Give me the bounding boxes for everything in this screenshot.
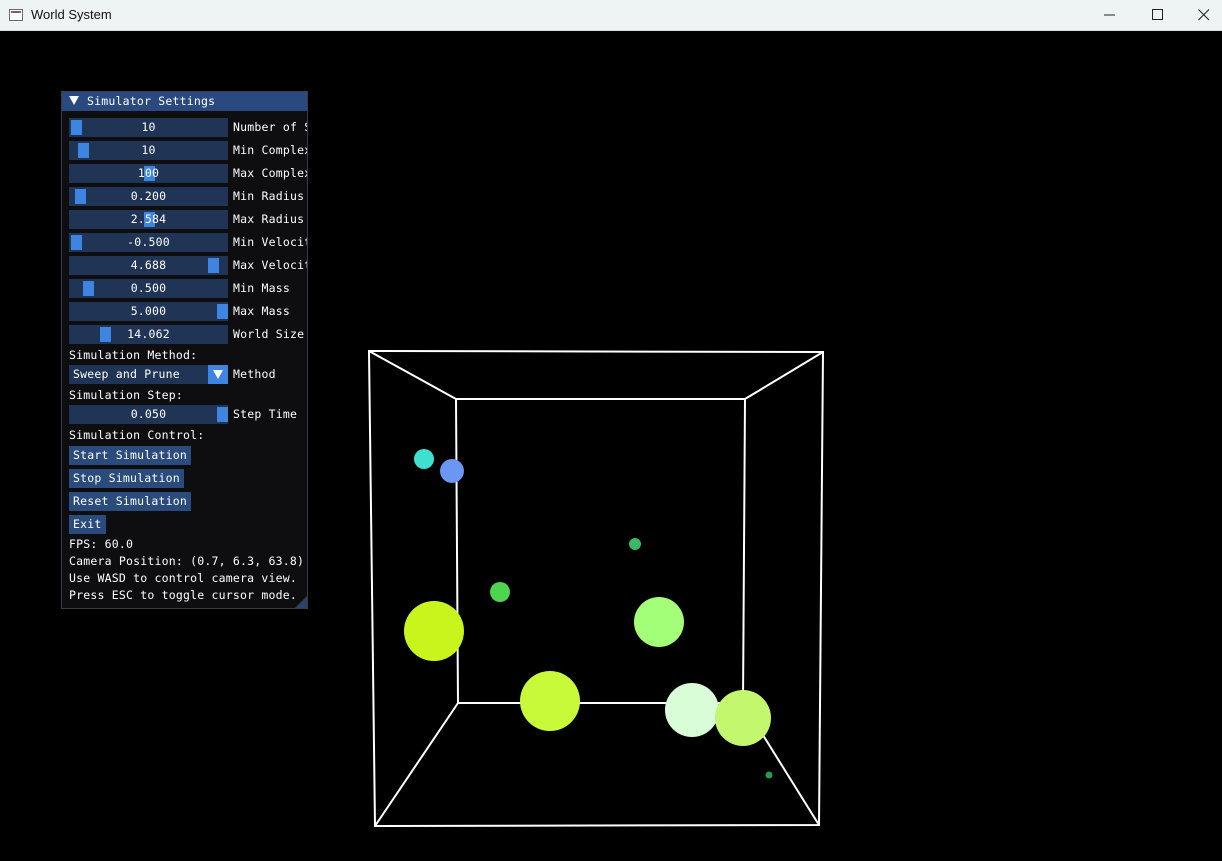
slider-row: 4.688 Max Velocit [69, 256, 308, 275]
app-window-icon [9, 9, 23, 21]
slider-row: 0.200 Min Radius [69, 187, 307, 206]
setting-slider[interactable]: 10 [69, 141, 228, 160]
panel-titlebar[interactable]: Simulator Settings [62, 92, 307, 111]
setting-slider[interactable]: 4.688 [69, 256, 228, 275]
setting-slider[interactable]: 14.062 [69, 325, 228, 344]
minimize-icon [1104, 14, 1115, 16]
slider-row: 100 Max Complex [69, 164, 308, 183]
sphere [665, 683, 719, 737]
sphere [634, 597, 684, 647]
reset-simulation-button[interactable]: Reset Simulation [69, 492, 191, 511]
slider-label: Max Mass [233, 304, 290, 318]
panel-title: Simulator Settings [87, 94, 216, 108]
close-icon [1198, 9, 1210, 21]
slider-row: -0.500 Min Velocit [69, 233, 308, 252]
step-time-slider[interactable]: 0.050 [69, 405, 228, 424]
slider-label: Min Mass [233, 281, 290, 295]
setting-slider[interactable]: 5.000 [69, 302, 228, 321]
slider-label: Min Velocit [233, 235, 308, 249]
exit-button[interactable]: Exit [69, 515, 106, 534]
spheres [404, 449, 773, 779]
collapse-arrow-icon[interactable] [69, 96, 79, 105]
stop-simulation-button[interactable]: Stop Simulation [69, 469, 184, 488]
window-title: World System [31, 7, 112, 22]
slider-value: 0.200 [130, 189, 167, 203]
slider-value: 0.500 [130, 281, 167, 295]
setting-slider[interactable]: 10 [69, 118, 228, 137]
camera-position-readout: Camera Position: (0.7, 6.3, 63.8) [69, 554, 305, 568]
slider-label: Min Radius [233, 189, 305, 203]
box-edge [374, 702, 459, 827]
simulator-settings-panel[interactable]: Simulator Settings 10 Number of S 10 Min Co… [61, 91, 308, 609]
setting-slider[interactable]: 100 [69, 164, 228, 183]
slider-row: 2.584 Max Radius [69, 210, 307, 229]
simulation-step-heading: Simulation Step: [69, 388, 183, 402]
slider-row: 10 Number of S [69, 118, 308, 137]
slider-row: 5.000 Max Mass [69, 302, 307, 321]
simulation-method-heading: Simulation Method: [69, 348, 198, 362]
fps-readout: FPS: 60.0 [69, 537, 134, 551]
slider-value: 100 [137, 166, 160, 180]
box-inner-face [454, 398, 747, 704]
box-edge [368, 350, 457, 400]
setting-slider[interactable]: 0.500 [69, 279, 228, 298]
window-titlebar: World System [0, 0, 1222, 31]
slider-value: 4.688 [130, 258, 167, 272]
slider-label: Max Radius [233, 212, 305, 226]
slider-value: 2.584 [130, 212, 167, 226]
sphere [414, 449, 434, 469]
method-label: Method [233, 367, 276, 381]
step-time-value: 0.050 [130, 407, 167, 421]
slider-label: Number of S [233, 120, 308, 134]
world-bounding-box [367, 349, 825, 828]
method-combo[interactable]: Sweep and Prune [69, 365, 228, 384]
sphere [629, 538, 641, 550]
slider-value: 10 [141, 143, 156, 157]
slider-row: 14.062 World Size [69, 325, 307, 344]
esc-hint: Press ESC to toggle cursor mode. [69, 588, 297, 602]
setting-slider[interactable]: 0.200 [69, 187, 228, 206]
method-combo-value: Sweep and Prune [73, 367, 180, 381]
sphere [404, 601, 464, 661]
maximize-button[interactable] [1135, 0, 1181, 31]
slider-value: 14.062 [127, 327, 170, 341]
combo-arrow-icon[interactable] [208, 365, 228, 384]
box-outer-face [367, 349, 825, 828]
slider-label: Max Velocit [233, 258, 308, 272]
start-simulation-button[interactable]: Start Simulation [69, 446, 191, 465]
slider-row: 10 Min Complex [69, 141, 308, 160]
box-edge [744, 351, 824, 400]
close-button[interactable] [1181, 0, 1222, 31]
setting-slider[interactable]: -0.500 [69, 233, 228, 252]
sphere [765, 771, 773, 779]
wasd-hint: Use WASD to control camera view. [69, 571, 297, 585]
step-time-row: 0.050 Step Time [69, 405, 307, 424]
slider-row: 0.500 Min Mass [69, 279, 307, 298]
slider-value: -0.500 [127, 235, 170, 249]
setting-slider[interactable]: 2.584 [69, 210, 228, 229]
maximize-icon [1152, 9, 1163, 20]
sphere [440, 459, 464, 483]
minimize-button[interactable] [1087, 0, 1133, 31]
slider-value: 5.000 [130, 304, 167, 318]
slider-value: 10 [141, 120, 156, 134]
simulation-control-heading: Simulation Control: [69, 428, 205, 442]
sphere [520, 671, 580, 731]
sphere [490, 582, 510, 602]
step-time-label: Step Time [233, 407, 298, 421]
resize-grip[interactable] [295, 596, 307, 608]
method-row: Sweep and Prune Method [69, 365, 307, 384]
slider-label: World Size [233, 327, 305, 341]
slider-label: Min Complex [233, 143, 308, 157]
sphere [715, 690, 771, 746]
slider-label: Max Complex [233, 166, 308, 180]
